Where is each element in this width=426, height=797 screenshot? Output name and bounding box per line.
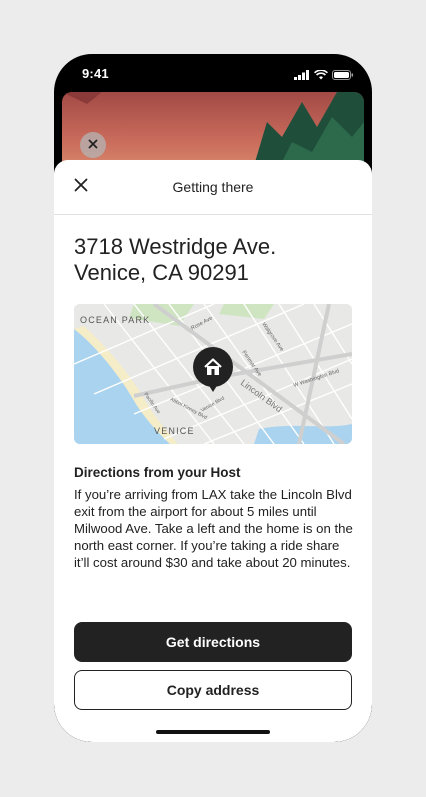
backdrop-close-button[interactable]: [80, 132, 106, 158]
listing-address: 3718 Westridge Ave. Venice, CA 90291: [74, 234, 354, 286]
battery-icon: [332, 67, 354, 85]
status-bar: 9:41: [54, 54, 372, 94]
directions-text: If you’re arriving from LAX take the Lin…: [74, 487, 353, 570]
phone-frame: 9:41 Getting there 3718 Westridge Ave. V…: [54, 54, 372, 742]
status-time: 9:41: [82, 66, 109, 81]
home-indicator: [156, 730, 270, 734]
map-label-venice: VENICE: [154, 426, 195, 436]
address-line-2: Venice, CA 90291: [74, 260, 249, 285]
location-map[interactable]: OCEAN PARK VENICE Rose Ave Walgrove Ave …: [74, 304, 352, 444]
directions-heading: Directions from your Host: [74, 465, 241, 480]
address-line-1: 3718 Westridge Ave.: [74, 234, 277, 259]
status-icons: [294, 67, 354, 85]
map-label-ocean-park: OCEAN PARK: [80, 315, 150, 325]
sheet-title: Getting there: [172, 179, 254, 195]
sheet-header: Getting there: [54, 160, 372, 215]
wifi-icon: [314, 67, 328, 85]
close-icon: [88, 136, 98, 154]
copy-address-button[interactable]: Copy address: [74, 670, 352, 710]
get-directions-button[interactable]: Get directions: [74, 622, 352, 662]
getting-there-sheet: Getting there 3718 Westridge Ave. Venice…: [54, 160, 372, 742]
signal-icon: [294, 67, 310, 85]
